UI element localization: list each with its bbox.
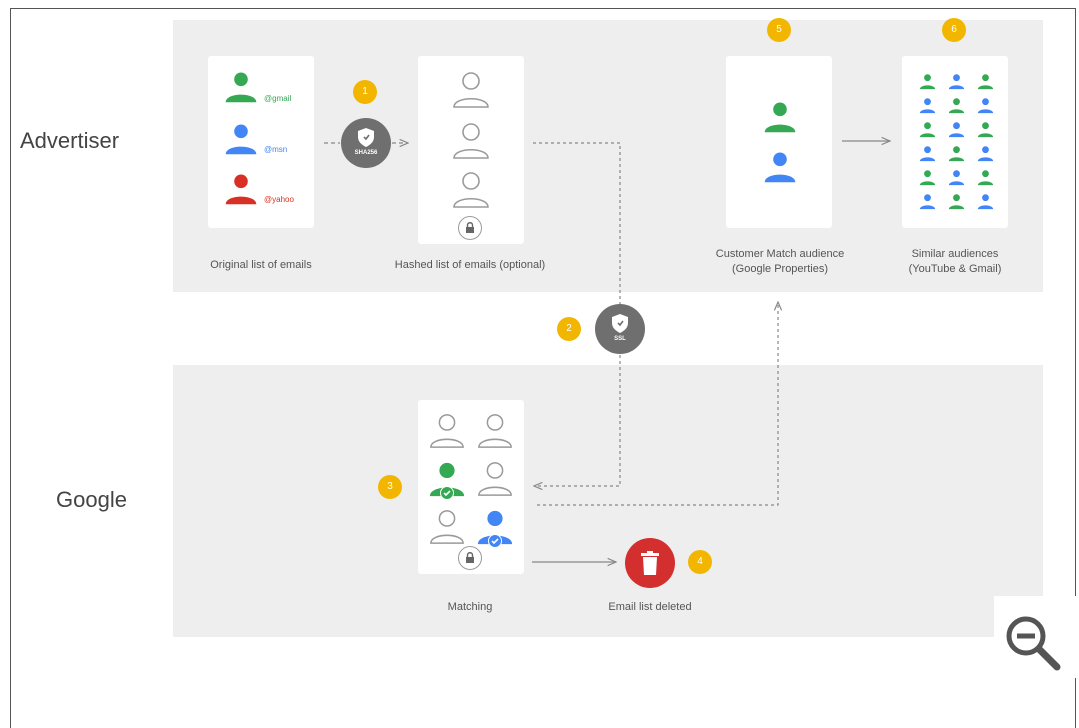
path-matching-to-customer-match bbox=[537, 302, 778, 506]
flow-connectors bbox=[324, 0, 1079, 713]
zoom-out-button[interactable] bbox=[994, 596, 1076, 678]
path-ssl-to-matching bbox=[534, 355, 621, 486]
zoom-out-icon bbox=[1006, 616, 1061, 671]
path-hashed-to-ssl bbox=[533, 142, 621, 304]
